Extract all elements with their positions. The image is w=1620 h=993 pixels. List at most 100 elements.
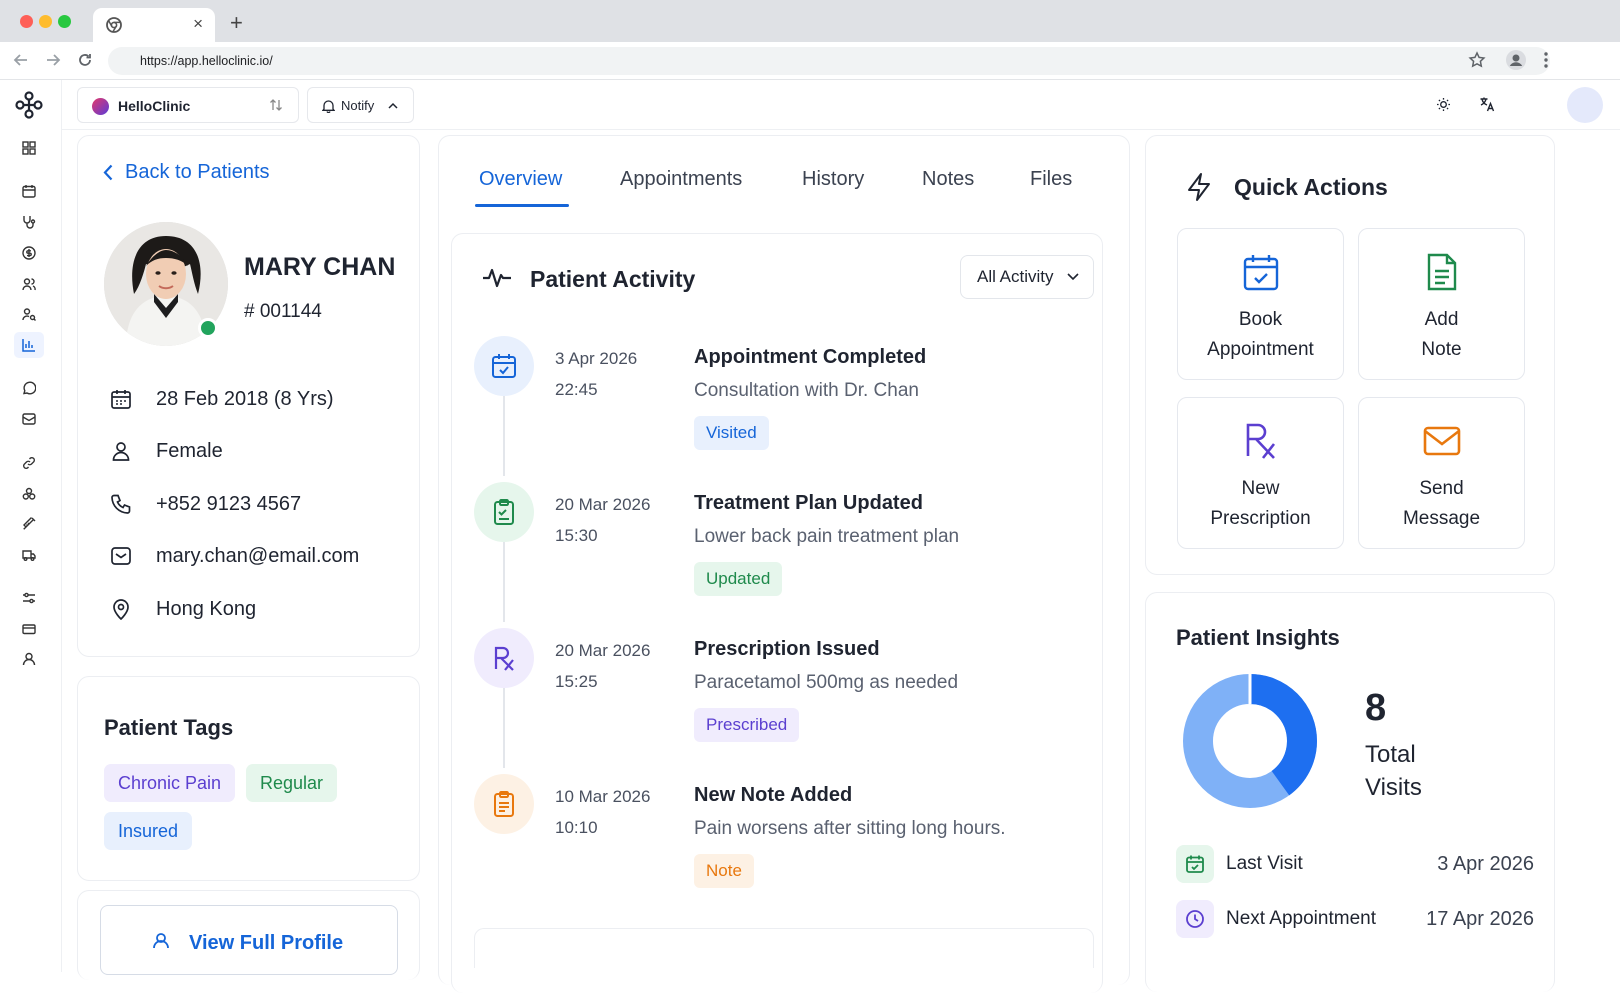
chrome-icon: [106, 17, 122, 33]
tab-history[interactable]: History: [802, 168, 864, 191]
phone-icon: [108, 491, 134, 517]
activity-time: 22:45: [555, 380, 598, 399]
profile-icon[interactable]: [1505, 49, 1527, 71]
minimize-window-button[interactable]: [39, 15, 52, 28]
tab-overview[interactable]: Overview: [479, 168, 562, 191]
status-badge: Note: [694, 854, 754, 888]
credit-card-icon[interactable]: [19, 619, 39, 639]
notify-dropdown[interactable]: Notify: [307, 87, 414, 123]
activity-title: New Note Added: [694, 784, 853, 806]
maximize-window-button[interactable]: [58, 15, 71, 28]
online-status-dot: [198, 318, 218, 338]
link-icon[interactable]: [19, 453, 39, 473]
user-search-icon[interactable]: [19, 304, 39, 324]
back-arrow-icon[interactable]: [12, 51, 30, 69]
dashboard-icon[interactable]: [19, 138, 39, 158]
translate-icon[interactable]: [1479, 96, 1495, 112]
tag-regular[interactable]: Regular: [246, 764, 338, 802]
reload-icon[interactable]: [76, 51, 94, 69]
activity-description: Pain worsens after sitting long hours.: [694, 818, 1006, 839]
back-to-patients-link[interactable]: Back to Patients: [103, 161, 270, 184]
clipboard-icon: [474, 482, 534, 542]
activity-date: 20 Mar 2026: [555, 641, 651, 660]
location-text: Hong Kong: [156, 597, 257, 620]
tag-chronic-pain[interactable]: Chronic Pain: [104, 764, 236, 802]
status-badge: Prescribed: [694, 708, 800, 742]
theme-toggle-icon[interactable]: [1436, 97, 1451, 112]
status-badge: Updated: [694, 562, 783, 596]
clinic-switcher[interactable]: HelloClinic: [77, 87, 299, 123]
new-prescription-button[interactable]: New Prescription: [1177, 397, 1344, 549]
activity-filter-dropdown[interactable]: All Activity: [960, 255, 1094, 299]
delivery-truck-icon[interactable]: [19, 545, 39, 565]
billing-icon[interactable]: [19, 243, 39, 263]
activity-description: Lower back pain treatment plan: [694, 526, 960, 547]
location-row: Hong Kong: [108, 596, 256, 622]
patient-activity-card: Patient Activity All Activity 3 Apr 2026…: [451, 233, 1103, 993]
lightning-icon: [1186, 172, 1212, 202]
action-label: Send: [1419, 478, 1464, 499]
send-message-button[interactable]: Send Message: [1358, 397, 1525, 549]
action-label: Note: [1421, 339, 1462, 360]
close-window-button[interactable]: [20, 15, 33, 28]
syringe-icon[interactable]: [19, 514, 39, 534]
more-menu-icon[interactable]: [1543, 51, 1549, 69]
dob-text: 28 Feb 2018 (8 Yrs): [156, 387, 334, 410]
forward-arrow-icon[interactable]: [44, 51, 62, 69]
action-label: Appointment: [1207, 339, 1314, 360]
activity-date: 3 Apr 2026: [555, 349, 638, 368]
next-appointment-row: Next Appointment: [1176, 900, 1376, 938]
tab-notes[interactable]: Notes: [922, 168, 974, 191]
patients-icon[interactable]: [19, 274, 39, 294]
bookmark-star-icon[interactable]: [1468, 51, 1486, 69]
action-label: Prescription: [1210, 508, 1311, 529]
activity-pulse-icon: [482, 265, 512, 289]
close-tab-button[interactable]: ×: [193, 14, 203, 34]
calendar-check-icon: [1176, 845, 1214, 883]
inbox-icon[interactable]: [19, 409, 39, 429]
tag-insured[interactable]: Insured: [104, 812, 193, 850]
left-nav-rail: [0, 80, 62, 972]
chevron-down-icon: [1067, 256, 1079, 298]
new-tab-button[interactable]: +: [230, 10, 243, 36]
back-label: Back to Patients: [125, 161, 270, 183]
clinic-logo-icon[interactable]: [14, 90, 44, 120]
next-appointment-date: 17 Apr 2026: [1426, 908, 1534, 930]
activity-title: Patient Activity: [530, 266, 696, 292]
email-row: mary.chan@email.com: [108, 543, 359, 569]
patient-main-panel: Overview Appointments History Notes File…: [438, 135, 1130, 993]
clinic-name: HelloClinic: [118, 98, 191, 114]
whatsapp-icon[interactable]: [19, 378, 39, 398]
email-text[interactable]: mary.chan@email.com: [156, 545, 359, 568]
activity-date: 20 Mar 2026: [555, 495, 651, 514]
phone-text[interactable]: +852 9123 4567: [156, 493, 301, 516]
calendar-check-icon: [1178, 253, 1343, 291]
book-appointment-button[interactable]: Book Appointment: [1177, 228, 1344, 380]
url-field[interactable]: https://app.helloclinic.io/: [108, 47, 1550, 75]
analytics-icon[interactable]: [14, 332, 44, 358]
calendar-icon[interactable]: [19, 181, 39, 201]
group-icon[interactable]: [19, 484, 39, 504]
gender-row: Female: [108, 438, 223, 464]
tab-files[interactable]: Files: [1030, 168, 1072, 191]
timeline-connector: [503, 688, 505, 768]
view-full-profile-label: View Full Profile: [189, 932, 344, 954]
user-avatar[interactable]: [1567, 87, 1603, 123]
note-icon: [474, 774, 534, 834]
timeline-connector: [503, 396, 505, 476]
action-label: Add: [1424, 309, 1459, 330]
insights-title: Patient Insights: [1176, 625, 1340, 650]
browser-tab[interactable]: ×: [93, 8, 215, 42]
chevron-left-icon: [103, 164, 113, 181]
tab-appointments[interactable]: Appointments: [620, 168, 742, 191]
action-label: Message: [1402, 508, 1481, 529]
filters-icon[interactable]: [19, 588, 39, 608]
email-icon: [108, 543, 134, 569]
quick-actions-title: Quick Actions: [1234, 174, 1388, 200]
account-icon[interactable]: [19, 649, 39, 669]
location-pin-icon: [108, 596, 134, 622]
add-note-button[interactable]: Add Note: [1358, 228, 1525, 380]
stethoscope-icon[interactable]: [19, 212, 39, 232]
phone-row: +852 9123 4567: [108, 491, 301, 517]
view-full-profile-button[interactable]: View Full Profile: [100, 905, 398, 975]
